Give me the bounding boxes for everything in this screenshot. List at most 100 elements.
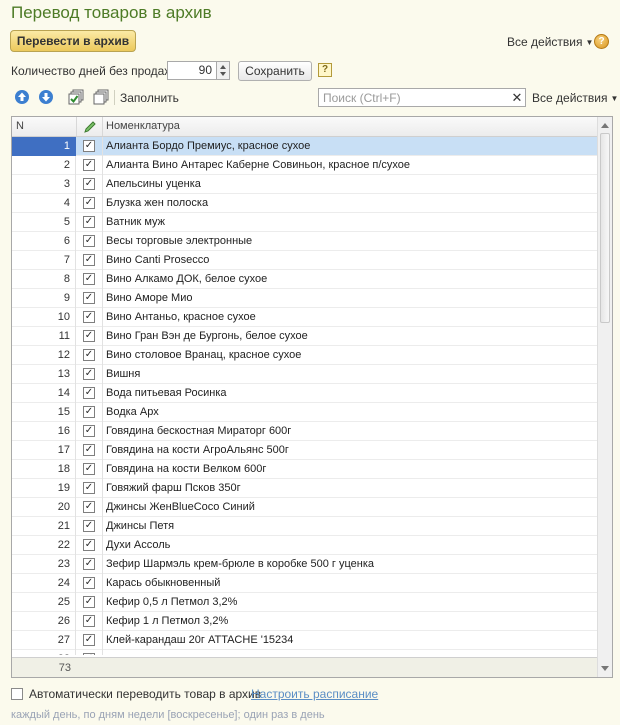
row-checkbox[interactable]: ✓ xyxy=(83,235,95,247)
table-row[interactable]: 21 ✓ Джинсы Петя xyxy=(12,517,597,536)
all-actions-menu[interactable]: Все действия ▼ xyxy=(507,35,593,49)
row-checkbox-cell: ✓ xyxy=(76,612,103,631)
table-row[interactable]: 13 ✓ Вишня xyxy=(12,365,597,384)
table-row[interactable]: 4 ✓ Блузка жен полоска xyxy=(12,194,597,213)
row-checkbox[interactable]: ✓ xyxy=(83,425,95,437)
row-number: 17 xyxy=(12,441,76,460)
hint-icon[interactable]: ? xyxy=(318,63,332,77)
days-stepper[interactable] xyxy=(217,61,230,80)
table-row[interactable]: 20 ✓ Джинсы ЖенBlueCoco Синий xyxy=(12,498,597,517)
row-checkbox[interactable]: ✓ xyxy=(83,558,95,570)
page-title: Перевод товаров в архив xyxy=(11,3,212,22)
row-checkbox[interactable]: ✓ xyxy=(83,140,95,152)
row-checkbox[interactable]: ✓ xyxy=(83,254,95,266)
uncheck-all-icon[interactable] xyxy=(93,89,109,105)
column-header-name[interactable]: Номенклатура xyxy=(106,117,586,136)
row-number: 7 xyxy=(12,251,76,270)
stepper-up-icon[interactable] xyxy=(220,65,226,69)
row-checkbox[interactable]: ✓ xyxy=(83,615,95,627)
table-row[interactable]: 9 ✓ Вино Аморе Мио xyxy=(12,289,597,308)
table-row[interactable]: 11 ✓ Вино Гран Вэн де Бургонь, белое сухое xyxy=(12,327,597,346)
save-button[interactable]: Сохранить xyxy=(238,61,312,81)
stepper-down-icon[interactable] xyxy=(220,72,226,76)
row-checkbox[interactable]: ✓ xyxy=(83,368,95,380)
vertical-scrollbar[interactable] xyxy=(597,117,612,677)
archive-button[interactable]: Перевести в архив xyxy=(10,30,136,52)
clear-search-icon[interactable]: ✕ xyxy=(510,90,524,105)
column-header-n[interactable]: N xyxy=(16,117,76,136)
table-row[interactable]: 27 ✓ Клей-карандаш 20г ATTACHE '15234 xyxy=(12,631,597,650)
days-input[interactable]: 90 xyxy=(167,61,217,80)
row-checkbox[interactable]: ✓ xyxy=(83,463,95,475)
table-row[interactable]: 22 ✓ Духи Ассоль xyxy=(12,536,597,555)
table-row[interactable]: 15 ✓ Водка Арх xyxy=(12,403,597,422)
row-checkbox[interactable]: ✓ xyxy=(83,520,95,532)
table-row[interactable]: 7 ✓ Вино Canti Prosecco xyxy=(12,251,597,270)
row-checkbox[interactable]: ✓ xyxy=(83,387,95,399)
table-row[interactable]: 18 ✓ Говядина на кости Велком 600г xyxy=(12,460,597,479)
chevron-down-icon: ▼ xyxy=(610,94,619,103)
auto-archive-checkbox[interactable] xyxy=(11,688,23,700)
row-checkbox[interactable]: ✓ xyxy=(83,501,95,513)
row-checkbox-cell: ✓ xyxy=(76,631,103,650)
row-checkbox-cell: ✓ xyxy=(76,384,103,403)
table-row[interactable]: 5 ✓ Ватник муж xyxy=(12,213,597,232)
row-checkbox-cell: ✓ xyxy=(76,536,103,555)
products-table[interactable]: N Номенклатура 1 ✓ Алианта Бордо Премиус, … xyxy=(11,116,613,678)
schedule-link[interactable]: Настроить расписание xyxy=(251,687,378,701)
arrow-down-icon[interactable] xyxy=(38,89,54,105)
row-checkbox[interactable]: ✓ xyxy=(83,292,95,304)
row-checkbox[interactable]: ✓ xyxy=(83,653,95,655)
row-checkbox[interactable]: ✓ xyxy=(83,273,95,285)
list-all-actions-menu[interactable]: Все действия ▼ xyxy=(532,91,618,105)
product-name: Говядина на кости Велком 600г xyxy=(106,463,267,475)
row-checkbox-cell: ✓ xyxy=(76,156,103,175)
row-checkbox[interactable]: ✓ xyxy=(83,197,95,209)
product-name: Ватник муж xyxy=(106,216,166,228)
row-checkbox[interactable]: ✓ xyxy=(83,349,95,361)
product-name: Вино Гран Вэн де Бургонь, белое сухое xyxy=(106,330,308,342)
check-all-icon[interactable] xyxy=(68,89,84,105)
row-checkbox[interactable]: ✓ xyxy=(83,482,95,494)
table-row[interactable]: 26 ✓ Кефир 1 л Петмол 3,2% xyxy=(12,612,597,631)
table-row[interactable]: 6 ✓ Весы торговые электронные xyxy=(12,232,597,251)
days-without-sales-label: Количество дней без продаж: xyxy=(11,64,176,78)
row-checkbox[interactable]: ✓ xyxy=(83,159,95,171)
table-row[interactable]: 12 ✓ Вино столовое Вранац, красное сухое xyxy=(12,346,597,365)
table-row[interactable]: 23 ✓ Зефир Шармэль крем-брюле в коробке 50… xyxy=(12,555,597,574)
table-row[interactable]: 28 ✓ xyxy=(12,650,597,655)
row-checkbox[interactable]: ✓ xyxy=(83,311,95,323)
row-checkbox[interactable]: ✓ xyxy=(83,330,95,342)
search-input[interactable] xyxy=(318,88,526,107)
row-checkbox[interactable]: ✓ xyxy=(83,216,95,228)
row-checkbox[interactable]: ✓ xyxy=(83,178,95,190)
table-row[interactable]: 10 ✓ Вино Антаньо, красное сухое xyxy=(12,308,597,327)
row-checkbox-cell: ✓ xyxy=(76,460,103,479)
table-row[interactable]: 24 ✓ Карась обыкновенный xyxy=(12,574,597,593)
row-checkbox[interactable]: ✓ xyxy=(83,634,95,646)
table-row[interactable]: 8 ✓ Вино Алкамо ДОК, белое сухое xyxy=(12,270,597,289)
row-number: 25 xyxy=(12,593,76,612)
row-checkbox[interactable]: ✓ xyxy=(83,406,95,418)
table-row[interactable]: 25 ✓ Кефир 0,5 л Петмол 3,2% xyxy=(12,593,597,612)
row-checkbox[interactable]: ✓ xyxy=(83,539,95,551)
help-icon[interactable]: ? xyxy=(594,34,609,49)
table-row[interactable]: 14 ✓ Вода питьевая Росинка xyxy=(12,384,597,403)
column-header-check[interactable] xyxy=(76,117,103,136)
scroll-down-icon[interactable] xyxy=(601,666,609,671)
table-row[interactable]: 3 ✓ Апельсины уценка xyxy=(12,175,597,194)
row-checkbox[interactable]: ✓ xyxy=(83,444,95,456)
row-number: 26 xyxy=(12,612,76,631)
row-checkbox[interactable]: ✓ xyxy=(83,596,95,608)
fill-button[interactable]: Заполнить xyxy=(120,91,179,105)
scroll-thumb[interactable] xyxy=(600,133,610,323)
table-row[interactable]: 16 ✓ Говядина бескостная Мираторг 600г xyxy=(12,422,597,441)
row-checkbox-cell: ✓ xyxy=(76,232,103,251)
table-row[interactable]: 17 ✓ Говядина на кости АгроАльянс 500г xyxy=(12,441,597,460)
row-checkbox[interactable]: ✓ xyxy=(83,577,95,589)
table-row[interactable]: 1 ✓ Алианта Бордо Премиус, красное сухое xyxy=(12,137,597,156)
table-row[interactable]: 2 ✓ Алианта Вино Антарес Каберне Совиньон,… xyxy=(12,156,597,175)
scroll-up-icon[interactable] xyxy=(601,123,609,128)
arrow-up-icon[interactable] xyxy=(14,89,30,105)
table-row[interactable]: 19 ✓ Говяжий фарш Псков 350г xyxy=(12,479,597,498)
